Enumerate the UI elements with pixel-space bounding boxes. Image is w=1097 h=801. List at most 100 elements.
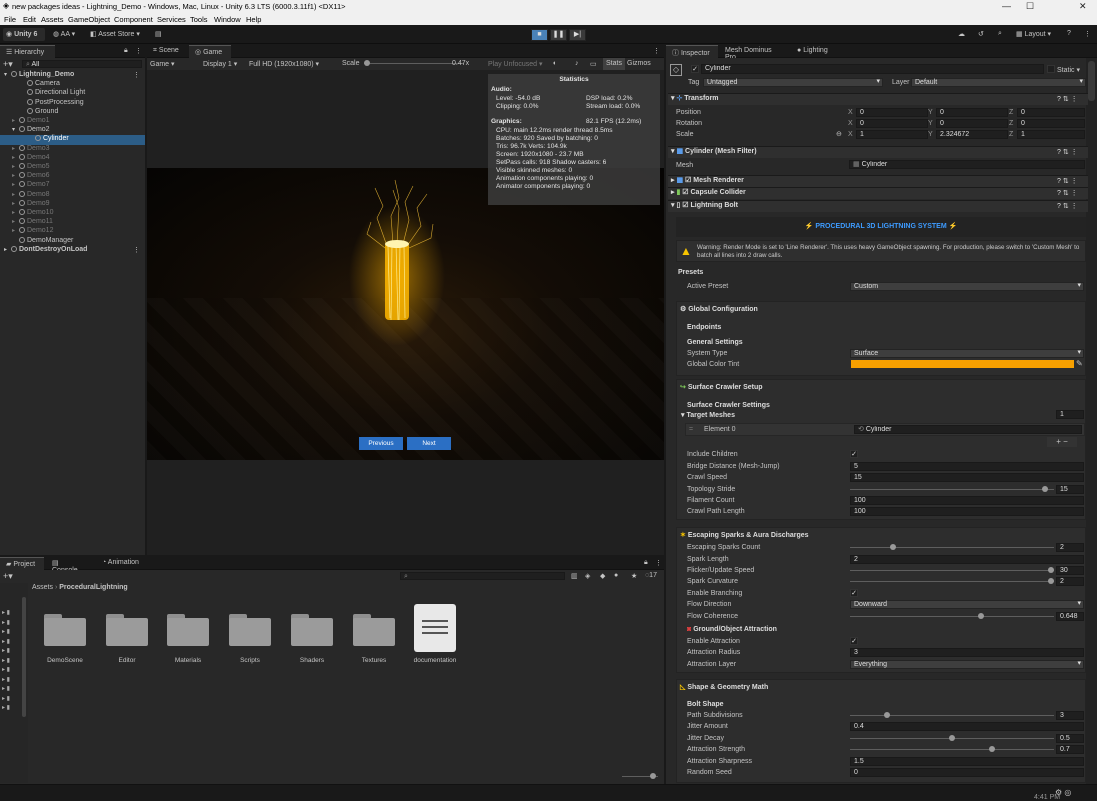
slider-knob[interactable] — [978, 613, 984, 619]
layout-dropdown[interactable]: ▦ Layout ▾ — [1013, 28, 1058, 41]
folder-textures[interactable] — [353, 614, 395, 646]
hierarchy-item[interactable]: Cylinder — [0, 135, 145, 145]
maximize-icon[interactable]: ☐ — [1026, 1, 1034, 12]
tab-lighting[interactable]: ● Lighting — [791, 45, 836, 58]
scene-menu-icon[interactable]: ⋮ — [133, 71, 140, 79]
hierarchy-item[interactable]: ▸ Demo1 — [0, 117, 145, 126]
axis-label[interactable]: Z — [1009, 120, 1013, 127]
flow-direction-dropdown[interactable]: Downward — [850, 600, 1084, 609]
filament-field[interactable]: 100 — [850, 496, 1084, 505]
axis-label[interactable]: X — [848, 120, 853, 127]
slider-knob[interactable] — [949, 735, 955, 741]
tab-scene[interactable]: ⌗ Scene — [147, 45, 187, 58]
global-tint-swatch[interactable] — [851, 360, 1074, 368]
tab-animation[interactable]: ◔ Animation — [96, 557, 152, 570]
tab-inspector[interactable]: ⓘ Inspector — [666, 45, 718, 58]
jitter-field[interactable]: 0.4 — [850, 722, 1084, 731]
hierarchy-item[interactable]: DemoManager — [0, 236, 145, 246]
spark-length-field[interactable]: 2 — [850, 555, 1084, 564]
tab-game[interactable]: ◎ Game — [189, 45, 231, 58]
star-icon[interactable]: ★ — [631, 572, 637, 580]
hierarchy-search-input[interactable]: ⌕ All — [22, 60, 142, 68]
transform-scale-y-field[interactable]: 2.324672 — [936, 130, 1008, 139]
axis-label[interactable]: Z — [1009, 131, 1013, 138]
crawl-speed-field[interactable]: 15 — [850, 473, 1084, 482]
expand-icon[interactable]: ▸ — [12, 172, 19, 179]
expand-icon[interactable]: ▸ — [12, 181, 19, 188]
global-config-title[interactable]: ⚙ Global Configuration — [680, 305, 758, 313]
bridge-field[interactable]: 5 — [850, 462, 1084, 471]
expand-icon[interactable]: ▸ — [12, 209, 19, 216]
random-seed-field[interactable]: 0 — [850, 768, 1084, 777]
folder-tree-icons[interactable]: ▸ ▮ ▸ ▮ ▸ ▮ ▸ ▮ ▸ ▮ ▸ ▮ ▸ ▮ ▸ ▮ ▸ ▮ ▸ ▮ … — [2, 609, 10, 714]
label-icon[interactable]: ◆ — [600, 572, 605, 580]
menu-component[interactable]: Component — [114, 15, 153, 24]
tag-dropdown[interactable]: Untagged — [703, 78, 883, 87]
capsule-collider-header[interactable]: ▸ ▮ ☑ Capsule Collider? ⇅ ⋮ — [668, 187, 1088, 199]
breadcrumb-assets[interactable]: Assets — [32, 584, 53, 591]
asset-store-button[interactable]: ◧ Asset Store ▾ — [87, 28, 147, 41]
aa-button[interactable]: ◍ AA ▾ — [50, 28, 82, 41]
curvature-field[interactable]: 2 — [1056, 577, 1084, 586]
folder-materials[interactable] — [167, 614, 209, 646]
hierarchy-item[interactable]: ▸ Demo9 — [0, 199, 145, 209]
tab-hierarchy[interactable]: ☰ Hierarchy — [0, 45, 55, 58]
breadcrumb-procedural[interactable]: ProceduralLightning — [59, 584, 127, 591]
folder-demoscene[interactable] — [44, 614, 86, 646]
play-button[interactable]: ■ — [531, 29, 548, 41]
active-checkbox[interactable]: ✓ — [691, 65, 699, 73]
drag-handle-icon[interactable]: = — [689, 426, 693, 433]
expand-icon[interactable]: ▸ — [12, 117, 19, 124]
axis-label[interactable]: Y — [928, 120, 933, 127]
hierarchy-item[interactable]: Ground — [0, 107, 145, 117]
mesh-field[interactable]: ▦ Cylinder — [849, 160, 1085, 169]
transform-rot-y-field[interactable]: 0 — [936, 119, 1008, 128]
axis-label[interactable]: Y — [928, 131, 933, 138]
close-icon[interactable]: ✕ — [1079, 1, 1087, 12]
hierarchy-item[interactable]: ▾ Lightning_Demo ⋮ — [0, 71, 145, 80]
attraction-strength-slider[interactable] — [850, 745, 1054, 754]
search-icon[interactable]: ⌕ — [995, 28, 1005, 41]
document-icon[interactable] — [414, 604, 456, 652]
hierarchy-item[interactable]: ▸ Demo11 — [0, 218, 145, 227]
filter-icon[interactable]: ▥ — [571, 572, 578, 580]
lock-icon[interactable]: 🔒︎ — [644, 559, 648, 567]
slider-knob[interactable] — [1048, 578, 1054, 584]
transform-scale-x-field[interactable]: 1 — [856, 130, 928, 139]
tab-console[interactable]: ▤ Console — [46, 557, 92, 574]
inspector-scrollbar[interactable] — [1086, 58, 1097, 784]
hierarchy-item[interactable]: ▸ Demo3 — [0, 144, 145, 154]
menu-help[interactable]: Help — [246, 15, 261, 24]
link-icon[interactable]: ⊖ — [836, 130, 842, 138]
folder-editor[interactable] — [106, 614, 148, 646]
expand-icon[interactable]: ▸ — [12, 200, 19, 207]
hierarchy-item[interactable]: ▸ Demo4 — [0, 153, 145, 163]
axis-label[interactable]: X — [848, 131, 853, 138]
system-type-dropdown[interactable]: Surface — [850, 349, 1084, 358]
coherence-field[interactable]: 0.648 — [1056, 612, 1084, 621]
subdivisions-slider[interactable] — [850, 711, 1054, 720]
previous-button[interactable]: Previous — [359, 437, 403, 450]
eyedropper-icon[interactable]: ✎ — [1076, 359, 1083, 368]
transform-pos-x-field[interactable]: 0 — [856, 108, 928, 117]
next-button[interactable]: Next — [407, 437, 451, 450]
tree-scrollbar[interactable] — [22, 597, 26, 717]
hierarchy-item[interactable]: ▸ Demo12 — [0, 227, 145, 236]
hierarchy-item[interactable]: ▸ Demo5 — [0, 163, 145, 172]
hierarchy-item[interactable]: Directional Light — [0, 89, 145, 98]
slider-knob[interactable] — [884, 712, 890, 718]
step-button[interactable]: ▶| — [569, 29, 586, 41]
scale-slider[interactable] — [364, 59, 464, 68]
sparks-title[interactable]: ✶ Escaping Sparks & Aura Discharges — [680, 531, 809, 539]
menu-assets[interactable]: Assets — [41, 15, 64, 24]
hierarchy-item[interactable]: ▾ Demo2 — [0, 126, 145, 135]
slider-knob[interactable] — [1042, 486, 1048, 492]
pause-button[interactable]: ❚❚ — [550, 29, 567, 41]
info-icon[interactable]: ● — [614, 572, 618, 579]
mesh-renderer-header[interactable]: ▸ ▦ ☑ Mesh Renderer? ⇅ ⋮ — [668, 175, 1088, 187]
sparks-count-slider[interactable] — [850, 543, 1054, 552]
jitter-decay-slider[interactable] — [850, 734, 1054, 743]
crawler-title[interactable]: ↪ Surface Crawler Setup — [680, 383, 763, 391]
branching-checkbox[interactable]: ✓ — [850, 589, 858, 597]
slider-knob[interactable] — [890, 544, 896, 550]
